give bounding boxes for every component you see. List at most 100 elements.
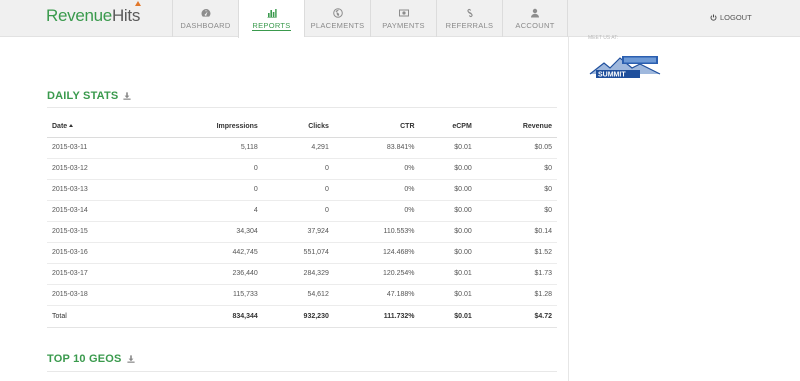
cell-revenue: $0.05 [476, 137, 557, 159]
top-geos-heading: TOP 10 GEOS [47, 353, 135, 365]
cell-clicks: 37,924 [262, 221, 334, 243]
cell-impressions: 115,733 [154, 284, 263, 306]
top-geos-title: TOP 10 GEOS [47, 353, 122, 365]
cell-ecpm: $0.01 [419, 263, 477, 285]
cell-impressions: 0 [154, 158, 263, 180]
nav-referrals-label: REFERRALS [445, 21, 494, 30]
nav-referrals[interactable]: REFERRALS [436, 0, 502, 37]
table-row: 2015-03-11 5,118 4,291 83.841% $0.01 $0.… [47, 137, 557, 159]
total-ctr: 111.732% [333, 304, 420, 328]
cell-clicks: 0 [262, 179, 334, 201]
logo-text-revenue: Revenue [46, 6, 112, 25]
column-header-impressions[interactable]: Impressions [154, 116, 263, 138]
nav-reports-label: REPORTS [252, 21, 291, 31]
nav-account[interactable]: ACCOUNT [502, 0, 568, 37]
top-header: RevenueHits DASHBOARD REPORTS PLACEMENTS… [0, 0, 800, 38]
cell-ecpm: $0.00 [419, 179, 477, 201]
table-row: 2015-03-13 0 0 0% $0.00 $0 [47, 179, 557, 201]
cell-ecpm: $0.00 [419, 158, 477, 180]
cell-impressions: 442,745 [154, 242, 263, 264]
logo-text-hits: Hits [111, 6, 141, 25]
money-icon [398, 9, 409, 17]
cell-clicks: 551,074 [262, 242, 334, 264]
column-header-clicks[interactable]: Clicks [262, 116, 334, 138]
cell-ctr: 120.254% [333, 263, 420, 285]
cell-ecpm: $0.01 [419, 284, 477, 306]
daily-stats-title: DAILY STATS [47, 90, 119, 102]
column-header-revenue[interactable]: Revenue [476, 116, 557, 138]
sort-ascending-icon [69, 124, 74, 128]
user-icon [531, 8, 539, 18]
table-header-row: Date Impressions Clicks CTR eCPM Revenue [47, 116, 557, 138]
cell-date: 2015-03-18 [47, 284, 155, 306]
table-row: 2015-03-15 34,304 37,924 110.553% $0.00 … [47, 221, 557, 243]
cell-impressions: 4 [154, 200, 263, 222]
cell-clicks: 54,612 [262, 284, 334, 306]
cell-date: 2015-03-14 [47, 200, 155, 222]
daily-stats-heading: DAILY STATS [47, 90, 132, 102]
nav-dashboard[interactable]: DASHBOARD [172, 0, 238, 37]
cell-date: 2015-03-13 [47, 179, 155, 201]
total-label: Total [47, 304, 155, 328]
cell-impressions: 236,440 [154, 263, 263, 285]
cell-ctr: 0% [333, 179, 420, 201]
cell-revenue: $0 [476, 158, 557, 180]
logout-button[interactable]: LOGOUT [710, 13, 752, 22]
cell-impressions: 34,304 [154, 221, 263, 243]
dashboard-icon [201, 9, 210, 17]
column-header-date-label: Date [52, 122, 68, 130]
cell-revenue: $1.28 [476, 284, 557, 306]
column-header-ctr[interactable]: CTR [333, 116, 420, 138]
nav-dashboard-label: DASHBOARD [180, 21, 231, 30]
cell-revenue: $1.52 [476, 242, 557, 264]
cell-revenue: $0.14 [476, 221, 557, 243]
table-row: 2015-03-16 442,745 551,074 124.468% $0.0… [47, 242, 557, 264]
column-header-date[interactable]: Date [47, 116, 155, 138]
total-revenue: $4.72 [476, 304, 557, 328]
cell-impressions: 5,118 [154, 137, 263, 159]
table-row: 2015-03-14 4 0 0% $0.00 $0 [47, 200, 557, 222]
cell-revenue: $0 [476, 179, 557, 201]
main-nav: DASHBOARD REPORTS PLACEMENTS PAYMENTS RE… [172, 0, 568, 38]
power-icon [710, 14, 717, 21]
nav-payments[interactable]: PAYMENTS [370, 0, 436, 37]
summit-banner[interactable]: SUMMIT [588, 54, 662, 80]
cell-ctr: 83.841% [333, 137, 420, 159]
link-icon [466, 8, 473, 18]
total-ecpm: $0.01 [419, 304, 477, 328]
cell-ctr: 0% [333, 158, 420, 180]
cell-date: 2015-03-16 [47, 242, 155, 264]
cell-clicks: 0 [262, 158, 334, 180]
cell-ctr: 47.188% [333, 284, 420, 306]
cell-ecpm: $0.00 [419, 242, 477, 264]
cell-clicks: 4,291 [262, 137, 334, 159]
nav-account-label: ACCOUNT [515, 21, 555, 30]
table-row: 2015-03-12 0 0 0% $0.00 $0 [47, 158, 557, 180]
cell-ctr: 110.553% [333, 221, 420, 243]
right-sidebar: MEET US AT: SUMMIT [568, 35, 800, 381]
globe-icon [332, 8, 343, 18]
revenuehits-logo[interactable]: RevenueHits [46, 1, 142, 26]
cell-clicks: 0 [262, 200, 334, 222]
cell-ecpm: $0.00 [419, 221, 477, 243]
nav-placements[interactable]: PLACEMENTS [304, 0, 370, 37]
download-icon[interactable] [126, 355, 135, 363]
bar-chart-icon [267, 9, 277, 18]
nav-reports[interactable]: REPORTS [238, 0, 304, 38]
cell-date: 2015-03-11 [47, 137, 155, 159]
total-impressions: 834,344 [154, 304, 263, 328]
cell-revenue: $0 [476, 200, 557, 222]
cell-date: 2015-03-12 [47, 158, 155, 180]
cell-ecpm: $0.00 [419, 200, 477, 222]
table-row: 2015-03-17 236,440 284,329 120.254% $0.0… [47, 263, 557, 285]
table-row: 2015-03-18 115,733 54,612 47.188% $0.01 … [47, 284, 557, 306]
cell-ecpm: $0.01 [419, 137, 477, 159]
daily-stats-table: Date Impressions Clicks CTR eCPM Revenue… [47, 116, 557, 328]
cell-ctr: 0% [333, 200, 420, 222]
daily-stats-divider [47, 107, 557, 108]
cell-revenue: $1.73 [476, 263, 557, 285]
meet-us-label: MEET US AT: [588, 35, 619, 41]
download-icon[interactable] [123, 92, 132, 100]
column-header-ecpm[interactable]: eCPM [419, 116, 477, 138]
cell-date: 2015-03-17 [47, 263, 155, 285]
